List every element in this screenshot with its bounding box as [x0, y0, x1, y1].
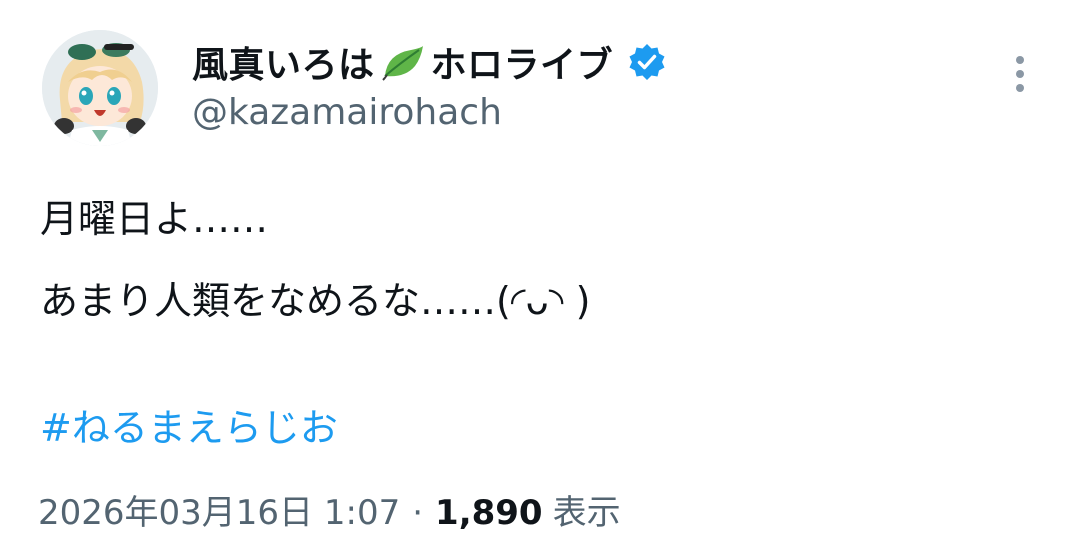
- more-options-button[interactable]: [1000, 50, 1040, 98]
- leaf-icon: [381, 42, 425, 82]
- more-vertical-icon: [1016, 56, 1024, 92]
- tweet-text: 月曜日よ…… あまり人類をなめるな……(◜ᴗ◝ ): [40, 178, 1040, 342]
- character-avatar-icon: [42, 30, 158, 146]
- verified-badge-icon[interactable]: [627, 42, 667, 82]
- avatar[interactable]: [42, 30, 158, 146]
- tweet-card: 風真いろは ホロライブ @kazamairohach 月曜日よ…… あまり人類を…: [0, 0, 1080, 560]
- tweet-timestamp[interactable]: 2026年03月16日 1:07: [38, 486, 400, 540]
- author-name-row[interactable]: 風真いろは ホロライブ: [192, 38, 667, 86]
- hashtag-link[interactable]: #ねるまえらじお: [40, 398, 338, 458]
- tweet-text-line: 月曜日よ……: [40, 197, 269, 241]
- views-label: 表示: [552, 493, 621, 533]
- display-name[interactable]: 風真いろは: [192, 36, 375, 88]
- meta-separator: ·: [412, 493, 424, 533]
- tweet-meta: 2026年03月16日 1:07 · 1,890 表示: [38, 486, 621, 540]
- views-count[interactable]: 1,890: [435, 486, 543, 540]
- org-name[interactable]: ホロライブ: [431, 36, 614, 88]
- tweet-text-line: あまり人類をなめるな……(◜ᴗ◝ ): [40, 279, 591, 323]
- author-handle[interactable]: @kazamairohach: [192, 92, 502, 133]
